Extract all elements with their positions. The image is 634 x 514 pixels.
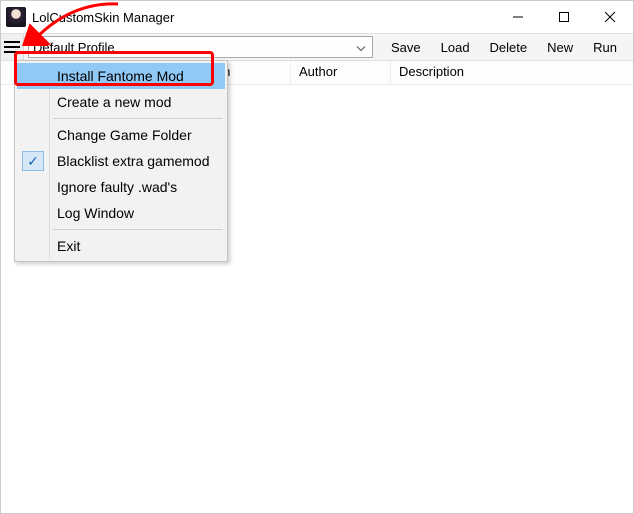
minimize-button[interactable]: [495, 1, 541, 33]
column-description[interactable]: Description: [391, 61, 633, 84]
save-button[interactable]: Save: [381, 34, 431, 60]
menu-item-label: Blacklist extra gamemod: [57, 153, 210, 169]
profile-select[interactable]: Default Profile: [28, 36, 373, 58]
menu-item-label: Ignore faulty .wad's: [57, 179, 177, 195]
maximize-button[interactable]: [541, 1, 587, 33]
menu-separator: [53, 118, 223, 119]
toolbar: Default Profile Save Load Delete New Run: [1, 33, 633, 61]
menu-item-label: Exit: [57, 238, 80, 254]
menu-blacklist-gamemodes[interactable]: ✓ Blacklist extra gamemod: [17, 148, 225, 174]
main-menu-popup: Install Fantome Mod Create a new mod Cha…: [14, 60, 228, 262]
menu-log-window[interactable]: Log Window: [17, 200, 225, 226]
column-author[interactable]: Author: [291, 61, 391, 84]
app-icon: [6, 7, 26, 27]
menu-item-label: Log Window: [57, 205, 134, 221]
menu-item-label: Change Game Folder: [57, 127, 192, 143]
window-title: LolCustomSkin Manager: [32, 10, 174, 25]
menu-item-label: Create a new mod: [57, 94, 171, 110]
menu-exit[interactable]: Exit: [17, 233, 225, 259]
menu-button[interactable]: [1, 34, 24, 60]
menu-ignore-faulty-wads[interactable]: Ignore faulty .wad's: [17, 174, 225, 200]
chevron-down-icon: [356, 40, 366, 55]
menu-item-label: Install Fantome Mod: [57, 68, 184, 84]
check-icon: ✓: [22, 151, 44, 171]
delete-button[interactable]: Delete: [480, 34, 538, 60]
run-button[interactable]: Run: [583, 34, 627, 60]
titlebar: LolCustomSkin Manager: [1, 1, 633, 33]
menu-change-game-folder[interactable]: Change Game Folder: [17, 122, 225, 148]
window-controls: [495, 1, 633, 33]
close-button[interactable]: [587, 1, 633, 33]
load-button[interactable]: Load: [431, 34, 480, 60]
new-button[interactable]: New: [537, 34, 583, 60]
menu-install-fantome[interactable]: Install Fantome Mod: [17, 63, 225, 89]
profile-select-value: Default Profile: [33, 40, 115, 55]
menu-create-new-mod[interactable]: Create a new mod: [17, 89, 225, 115]
hamburger-icon: [4, 41, 20, 53]
menu-separator: [53, 229, 223, 230]
